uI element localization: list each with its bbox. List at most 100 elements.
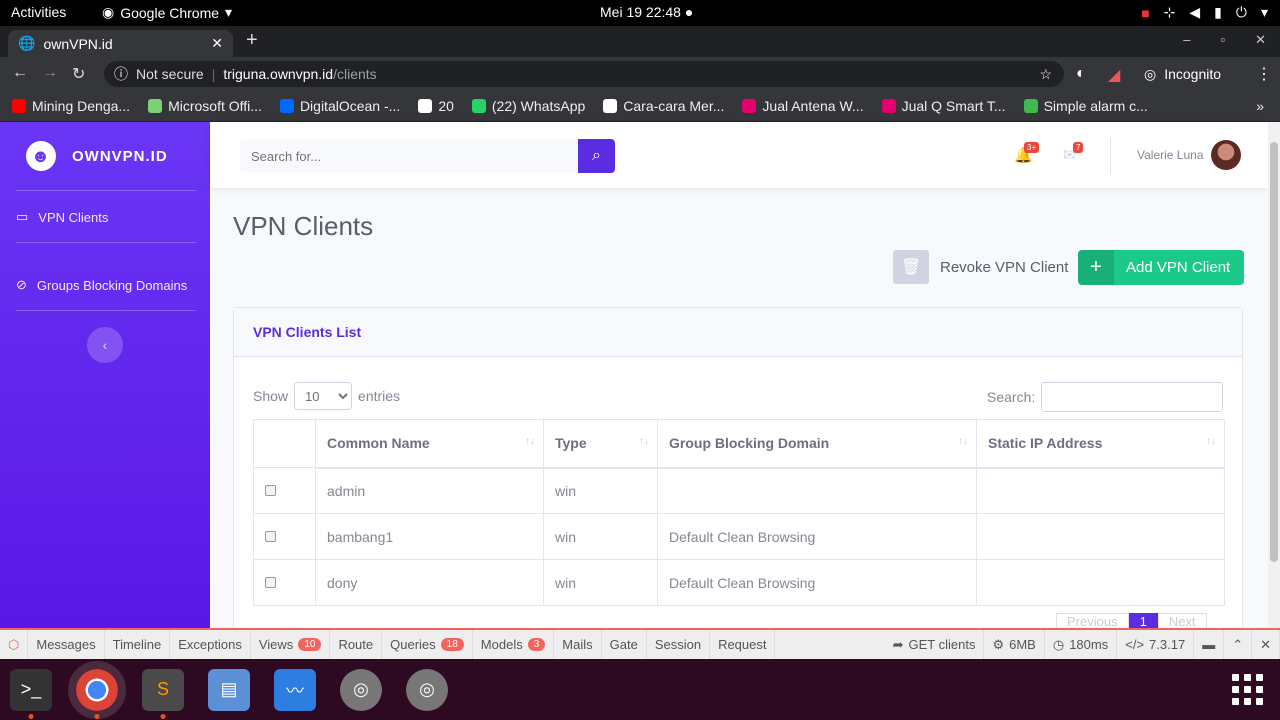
route-stat[interactable]: ➦ GET clients <box>885 630 985 659</box>
incognito-badge[interactable]: ◎ Incognito <box>1144 61 1221 87</box>
add-vpn-client-button[interactable]: + Add VPN Client <box>1078 250 1244 285</box>
debug-tab-label: Queries <box>390 637 436 652</box>
debug-tab[interactable]: Session <box>647 630 711 659</box>
bookmark-item[interactable]: Cara-cara Mer... <box>603 98 724 114</box>
app-menu[interactable]: ◉ Google Chrome ▾ <box>102 4 232 21</box>
close-tab-icon[interactable]: ✕ <box>211 35 223 52</box>
debug-tab[interactable]: Route <box>330 630 383 659</box>
column-header[interactable]: Common Name ↑↓ <box>315 419 544 469</box>
bookmark-favicon-icon <box>279 98 294 113</box>
bookmark-item[interactable]: Simple alarm c... <box>1023 98 1148 114</box>
url: triguna.ownvpn.id/clients <box>223 66 376 82</box>
revoke-button[interactable]: 🗑 <box>893 250 929 284</box>
user-name[interactable]: Valerie Luna <box>1137 148 1204 162</box>
system-tray[interactable]: ■ ⊹ ◀ ▮ ⏻ ▾ <box>1141 4 1268 21</box>
column-header[interactable]: Static IP Address ↑↓ <box>976 419 1225 469</box>
menu-icon[interactable]: ⋮ <box>1256 64 1272 84</box>
messages-button[interactable]: ✉ 7 <box>1063 142 1084 164</box>
back-icon[interactable]: ← <box>12 64 28 82</box>
page-length-select[interactable]: 10 <box>294 382 353 410</box>
search-button[interactable]: ⌕ <box>578 139 615 173</box>
bookmark-item[interactable]: Jual Q Smart T... <box>881 98 1006 114</box>
scrollbar-thumb[interactable] <box>1270 142 1278 562</box>
debug-tab[interactable]: Timeline <box>105 630 171 659</box>
extension-icon[interactable]: ◢ <box>1108 65 1120 85</box>
disc-icon[interactable]: ◎ <box>406 668 448 711</box>
laravel-logo-icon[interactable]: ⬡ <box>0 630 29 659</box>
row-select-cell <box>253 559 316 606</box>
time-stat[interactable]: ◷ 180ms <box>1045 630 1118 659</box>
open-folder-icon[interactable]: ▬ <box>1194 630 1225 659</box>
debug-tab[interactable]: Gate <box>602 630 647 659</box>
debug-tab-label: Mails <box>562 637 593 652</box>
column-header[interactable]: Group Blocking Domain ↑↓ <box>657 419 977 469</box>
row-checkbox[interactable] <box>265 530 276 542</box>
search-input[interactable] <box>240 139 578 173</box>
debug-tab-count: 18 <box>440 638 464 651</box>
brand[interactable]: ☻ OWNVPN.ID <box>26 141 168 171</box>
close-window-icon[interactable]: ✕ <box>1255 32 1266 48</box>
debug-tab[interactable]: Exceptions <box>170 630 251 659</box>
sidebar-item-vpn-clients[interactable]: ▭ VPN Clients <box>16 209 108 225</box>
debug-tab[interactable]: Queries 18 <box>382 630 473 659</box>
row-checkbox[interactable] <box>265 484 276 496</box>
reload-icon[interactable]: ↻ <box>72 64 85 84</box>
chevron-up-icon[interactable]: ⌃ <box>1224 630 1253 659</box>
omnibox-separator: | <box>211 66 216 82</box>
maximize-icon[interactable]: ▫ <box>1220 32 1225 48</box>
extension-icon[interactable]: ◐ <box>1076 65 1086 83</box>
debug-tab[interactable]: Views 10 <box>251 630 331 659</box>
clock[interactable]: Mei 19 22:48 ● <box>600 4 693 20</box>
system-top-bar: Activities ◉ Google Chrome ▾ Mei 19 22:48 … <box>0 0 1280 26</box>
system-monitor-icon[interactable]: 〰 <box>274 668 316 711</box>
avatar[interactable] <box>1211 140 1241 170</box>
star-icon[interactable]: ☆ <box>1039 66 1052 83</box>
globe-icon: 🌐 <box>18 35 36 51</box>
bookmark-item[interactable]: Mining Denga... <box>12 98 130 114</box>
browser-tab[interactable]: 🌐 ownVPN.id ✕ <box>8 30 233 57</box>
sidebar-toggle-button[interactable]: ‹ <box>87 327 123 363</box>
debug-tab[interactable]: Messages <box>28 630 105 659</box>
close-debugbar-icon[interactable]: ✕ <box>1252 630 1280 659</box>
bookmark-label: Mining Denga... <box>32 97 131 114</box>
table-search-input[interactable] <box>1041 382 1224 412</box>
app-grid-icon[interactable] <box>1232 674 1263 705</box>
scrollbar[interactable] <box>1268 122 1280 628</box>
window-controls: – ▫ ✕ <box>1183 32 1266 48</box>
divider <box>16 190 196 191</box>
debug-tab-label: Timeline <box>112 637 162 652</box>
memory-stat[interactable]: ⚙ 6MB <box>984 630 1045 659</box>
table-cell: Default Clean Browsing <box>657 513 977 560</box>
debug-tab[interactable]: Request <box>710 630 776 659</box>
row-checkbox[interactable] <box>265 576 276 588</box>
trash-icon: 🗑 <box>900 259 922 276</box>
new-tab-button[interactable]: + <box>246 29 258 52</box>
sublime-text-icon[interactable]: S <box>142 668 184 719</box>
bookmark-item[interactable]: 20 <box>418 98 454 114</box>
chrome-dock-icon[interactable] <box>68 660 126 719</box>
bookmark-item[interactable]: Jual Antena W... <box>742 98 864 114</box>
alerts-button[interactable]: 🔔 3+ <box>1014 142 1040 164</box>
bookmark-item[interactable]: DigitalOcean -... <box>279 98 400 114</box>
more-bookmarks-icon[interactable]: » <box>1256 98 1264 114</box>
forward-icon[interactable]: → <box>42 64 58 82</box>
bookmark-item[interactable]: Microsoft Offi... <box>148 98 262 114</box>
activities-button[interactable]: Activities <box>11 4 66 20</box>
bookmark-label: Microsoft Offi... <box>168 97 262 114</box>
php-stat[interactable]: </> 7.3.17 <box>1117 630 1195 659</box>
minimize-icon[interactable]: – <box>1183 32 1190 48</box>
debug-tab[interactable]: Models 3 <box>473 630 555 659</box>
disc-icon[interactable]: ◎ <box>340 668 382 711</box>
sidebar-item-groups-blocking-domains[interactable]: ⊘ Groups Blocking Domains <box>16 277 187 293</box>
column-header[interactable]: Type ↑↓ <box>543 419 658 469</box>
bookmarks-bar: Mining Denga... Microsoft Offi... DigitalO… <box>0 90 1280 122</box>
bookmark-item[interactable]: (22) WhatsApp <box>471 98 585 114</box>
revoke-label[interactable]: Revoke VPN Client <box>940 259 1068 276</box>
omnibox[interactable]: ⓘ Not secure | triguna.ownvpn.id/clients… <box>104 61 1064 87</box>
table-row[interactable]: admin win <box>253 467 1225 514</box>
file-manager-icon[interactable]: ▤ <box>208 668 250 711</box>
table-row[interactable]: dony win Default Clean Browsing <box>253 559 1225 606</box>
debug-tab[interactable]: Mails <box>554 630 602 659</box>
terminal-icon[interactable]: >_ <box>10 668 52 719</box>
table-row[interactable]: bambang1 win Default Clean Browsing <box>253 513 1225 560</box>
